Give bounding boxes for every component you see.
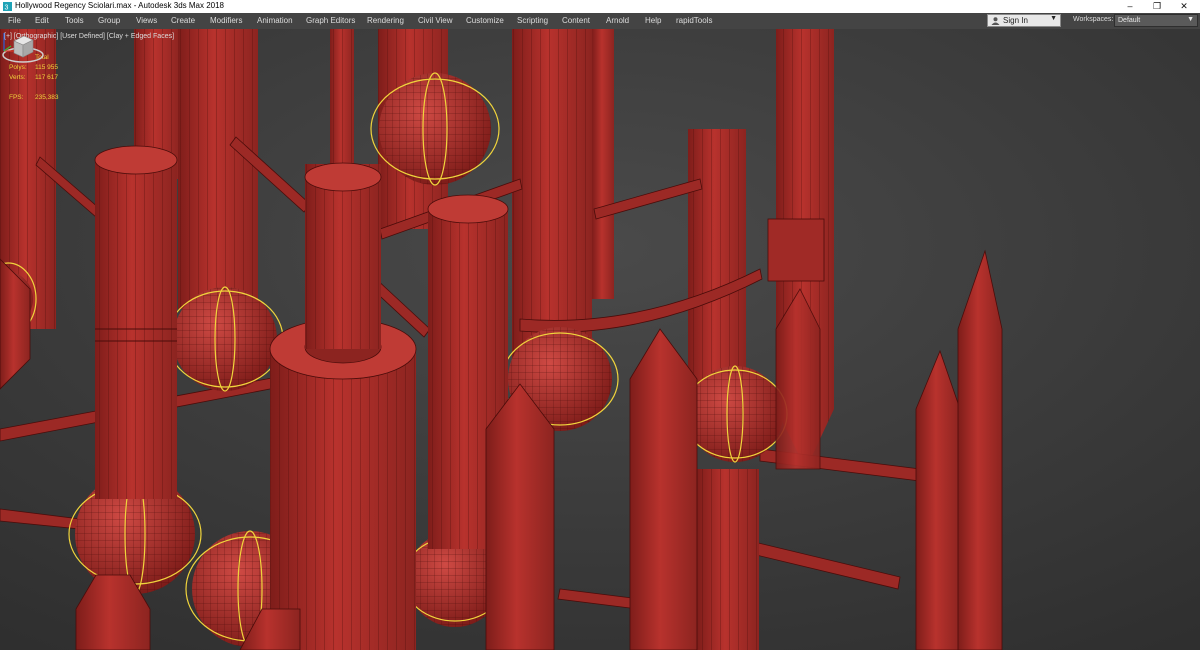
workspaces-select[interactable]: Default ▼ <box>1114 14 1198 27</box>
menu-customize[interactable]: Customize <box>466 16 504 25</box>
restore-button[interactable]: ❐ <box>1143 0 1171 13</box>
menu-help[interactable]: Help <box>645 16 661 25</box>
menu-rendering[interactable]: Rendering <box>367 16 404 25</box>
menu-animation[interactable]: Animation <box>257 16 293 25</box>
menu-modifiers[interactable]: Modifiers <box>210 16 242 25</box>
verts-value: 117 617 <box>35 74 59 81</box>
minimize-button[interactable]: – <box>1116 0 1144 13</box>
menu-file[interactable]: File <box>8 16 21 25</box>
window-title: Hollywood Regency Sciolari.max - Autodes… <box>15 1 224 10</box>
menu-rapidtools[interactable]: rapidTools <box>676 16 712 25</box>
user-icon <box>991 17 1000 25</box>
3dsmax-app-icon: 3 <box>3 2 12 11</box>
axis-tripod-icon <box>3 33 14 52</box>
menu-graph-editors[interactable]: Graph Editors <box>306 16 355 25</box>
viewport-scene <box>0 29 1200 650</box>
chevron-down-icon: ▼ <box>1187 16 1194 23</box>
menu-bar: File Edit Tools Group Views Create Modif… <box>0 13 1200 29</box>
title-bar: 3 Hollywood Regency Sciolari.max - Autod… <box>0 0 1200 13</box>
sign-in-dropdown[interactable]: Sign In ▼ <box>987 14 1061 27</box>
menu-group[interactable]: Group <box>98 16 120 25</box>
menu-arnold[interactable]: Arnold <box>606 16 629 25</box>
close-button[interactable]: ✕ <box>1170 0 1198 13</box>
menu-scripting[interactable]: Scripting <box>517 16 548 25</box>
fps-label: FPS: <box>9 94 24 101</box>
workspaces-label: Workspaces: <box>1073 16 1114 23</box>
menu-civil-view[interactable]: Civil View <box>418 16 453 25</box>
sign-in-label: Sign In <box>1003 16 1028 25</box>
menu-edit[interactable]: Edit <box>35 16 49 25</box>
menu-views[interactable]: Views <box>136 16 157 25</box>
menu-create[interactable]: Create <box>171 16 195 25</box>
menu-content[interactable]: Content <box>562 16 590 25</box>
verts-label: Verts: <box>9 74 26 81</box>
fps-value: 235,383 <box>35 94 59 101</box>
menu-tools[interactable]: Tools <box>65 16 84 25</box>
workspaces-value: Default <box>1118 17 1141 24</box>
svg-text:3: 3 <box>5 5 9 12</box>
chevron-down-icon: ▼ <box>1050 15 1057 22</box>
viewport-perspective[interactable]: [+] [Orthographic] [User Defined] [Clay … <box>0 29 1200 650</box>
